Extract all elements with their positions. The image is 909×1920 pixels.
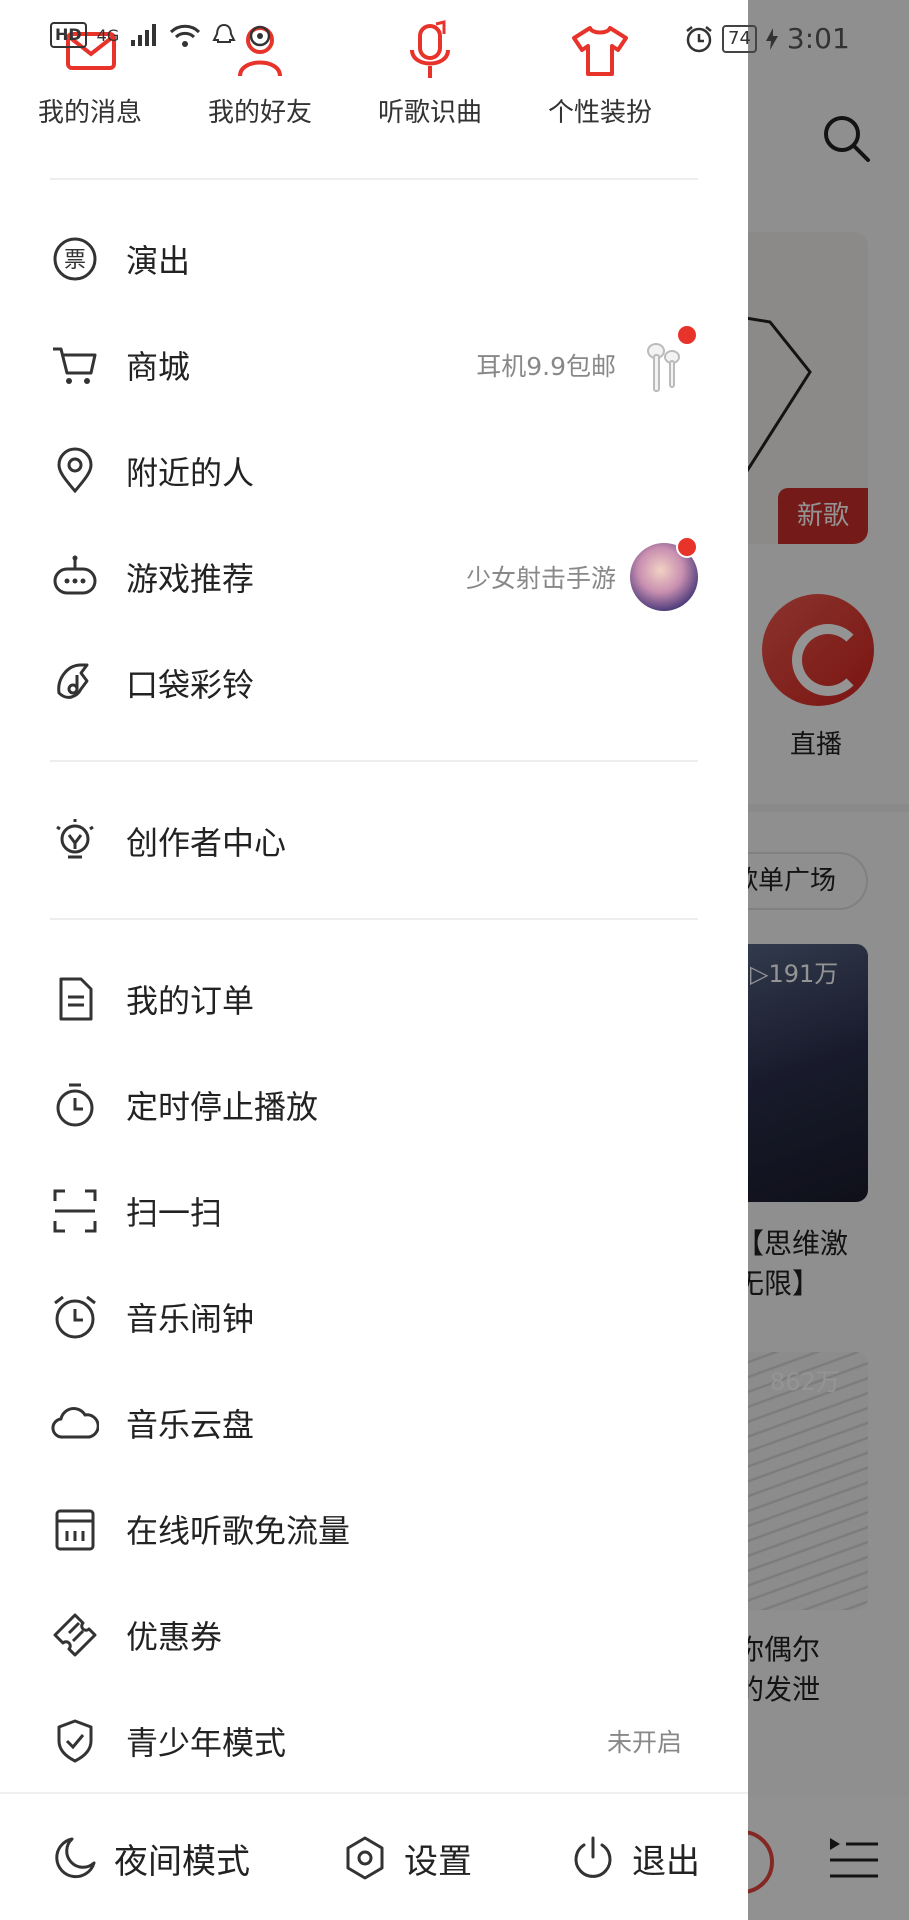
lightbulb-icon: [50, 816, 100, 866]
menu-item-scan[interactable]: 扫一扫: [50, 1166, 698, 1256]
shortcut-label: 我的消息: [37, 98, 142, 128]
menu-item-coupons[interactable]: 优惠券: [50, 1590, 698, 1680]
network-type: 4G: [96, 25, 120, 45]
notification-dot: [676, 324, 698, 346]
night-mode-button[interactable]: 夜间模式: [52, 1794, 250, 1920]
divider: [50, 760, 698, 762]
screen: 新歌 直播 歌单广场 ▷191万 【思维激 无限】 862万 你偶尔 的发泄 我…: [0, 0, 909, 1920]
menu-label: 演出: [126, 242, 191, 280]
drawer-bottom-bar: 夜间模式 设置 退出: [0, 1792, 748, 1920]
cloud-icon: [50, 1398, 100, 1448]
wifi-icon: [170, 24, 201, 47]
menu-label: 音乐闹钟: [126, 1300, 255, 1338]
menu-label: 我的订单: [126, 982, 255, 1020]
clock: 3:01: [786, 22, 850, 55]
menu-item-music-alarm[interactable]: 音乐闹钟: [50, 1272, 698, 1362]
menu-item-teen-mode[interactable]: 青少年模式 未开启: [50, 1696, 698, 1786]
shield-check-icon: [50, 1716, 100, 1766]
netease-music-icon: [250, 25, 271, 47]
logout-label: 退出: [632, 1841, 700, 1882]
menu-label: 定时停止播放: [126, 1088, 319, 1126]
scan-icon: [50, 1186, 100, 1236]
location-pin-icon: [50, 446, 100, 496]
moon-icon: [55, 1837, 96, 1879]
ticket-icon: 票: [50, 234, 100, 284]
logout-button[interactable]: 退出: [570, 1794, 700, 1920]
svg-text:票: 票: [64, 248, 86, 273]
power-icon: [574, 1836, 612, 1878]
menu-item-performance[interactable]: 票 演出: [50, 214, 698, 304]
document-icon: [50, 974, 100, 1024]
menu-label: 优惠券: [126, 1618, 223, 1656]
menu-item-sleep-timer[interactable]: 定时停止播放: [50, 1060, 698, 1150]
divider: [50, 918, 698, 920]
menu-item-mall[interactable]: 商城 耳机9.9包邮: [50, 320, 698, 410]
menu-label: 游戏推荐: [126, 560, 255, 598]
menu-label: 在线听歌免流量: [126, 1512, 351, 1550]
menu-label: 创作者中心: [126, 824, 287, 862]
teen-mode-status: 未开启: [606, 1728, 682, 1757]
cart-icon: [50, 340, 100, 390]
side-drawer: 我的消息 我的好友 听歌识曲 个性装扮 票 演出 商城 耳机9.9包邮 附近的人…: [0, 0, 748, 1920]
robot-icon: [50, 552, 100, 602]
notification-dot: [676, 536, 698, 558]
menu-item-free-data[interactable]: 在线听歌免流量: [50, 1484, 698, 1574]
coupon-icon: [50, 1610, 100, 1660]
divider: [50, 178, 698, 180]
alarm-icon: [50, 1292, 100, 1342]
menu-item-creator-center[interactable]: 创作者中心: [50, 796, 698, 886]
menu-item-game-recommendation[interactable]: 游戏推荐 少女射击手游: [50, 532, 698, 622]
signal-icon: [131, 24, 157, 46]
promo-text: 耳机9.9包邮: [476, 352, 616, 381]
shortcut-label: 我的好友: [207, 98, 312, 128]
menu-label: 扫一扫: [126, 1194, 223, 1232]
menu-item-my-orders[interactable]: 我的订单: [50, 954, 698, 1044]
menu-label: 附近的人: [126, 454, 255, 492]
status-bar: HD 4G 74 3:01: [0, 0, 909, 76]
charging-icon: [765, 27, 778, 50]
shortcut-label: 个性装扮: [547, 98, 652, 128]
sim-card-icon: [50, 1504, 100, 1554]
menu-item-music-cloud[interactable]: 音乐云盘: [50, 1378, 698, 1468]
menu-label: 音乐云盘: [126, 1406, 255, 1444]
shortcut-label: 听歌识曲: [377, 98, 482, 128]
menu-label: 青少年模式: [126, 1724, 287, 1762]
settings-button[interactable]: 设置: [342, 1794, 472, 1920]
gear-icon: [346, 1836, 384, 1880]
alarm-status-icon: [686, 25, 712, 52]
night-mode-label: 夜间模式: [114, 1841, 250, 1882]
menu-item-pocket-ringtone[interactable]: 口袋彩铃: [50, 638, 698, 728]
promo-text: 少女射击手游: [465, 564, 616, 593]
bell-note-icon: [50, 658, 100, 708]
hd-badge: HD: [50, 22, 87, 48]
menu-item-nearby-people[interactable]: 附近的人: [50, 426, 698, 516]
timer-icon: [50, 1080, 100, 1130]
settings-label: 设置: [404, 1841, 472, 1882]
battery-level: 74: [722, 24, 757, 53]
menu-label: 商城: [126, 348, 191, 386]
menu-label: 口袋彩铃: [126, 666, 255, 704]
qq-icon: [212, 23, 236, 43]
